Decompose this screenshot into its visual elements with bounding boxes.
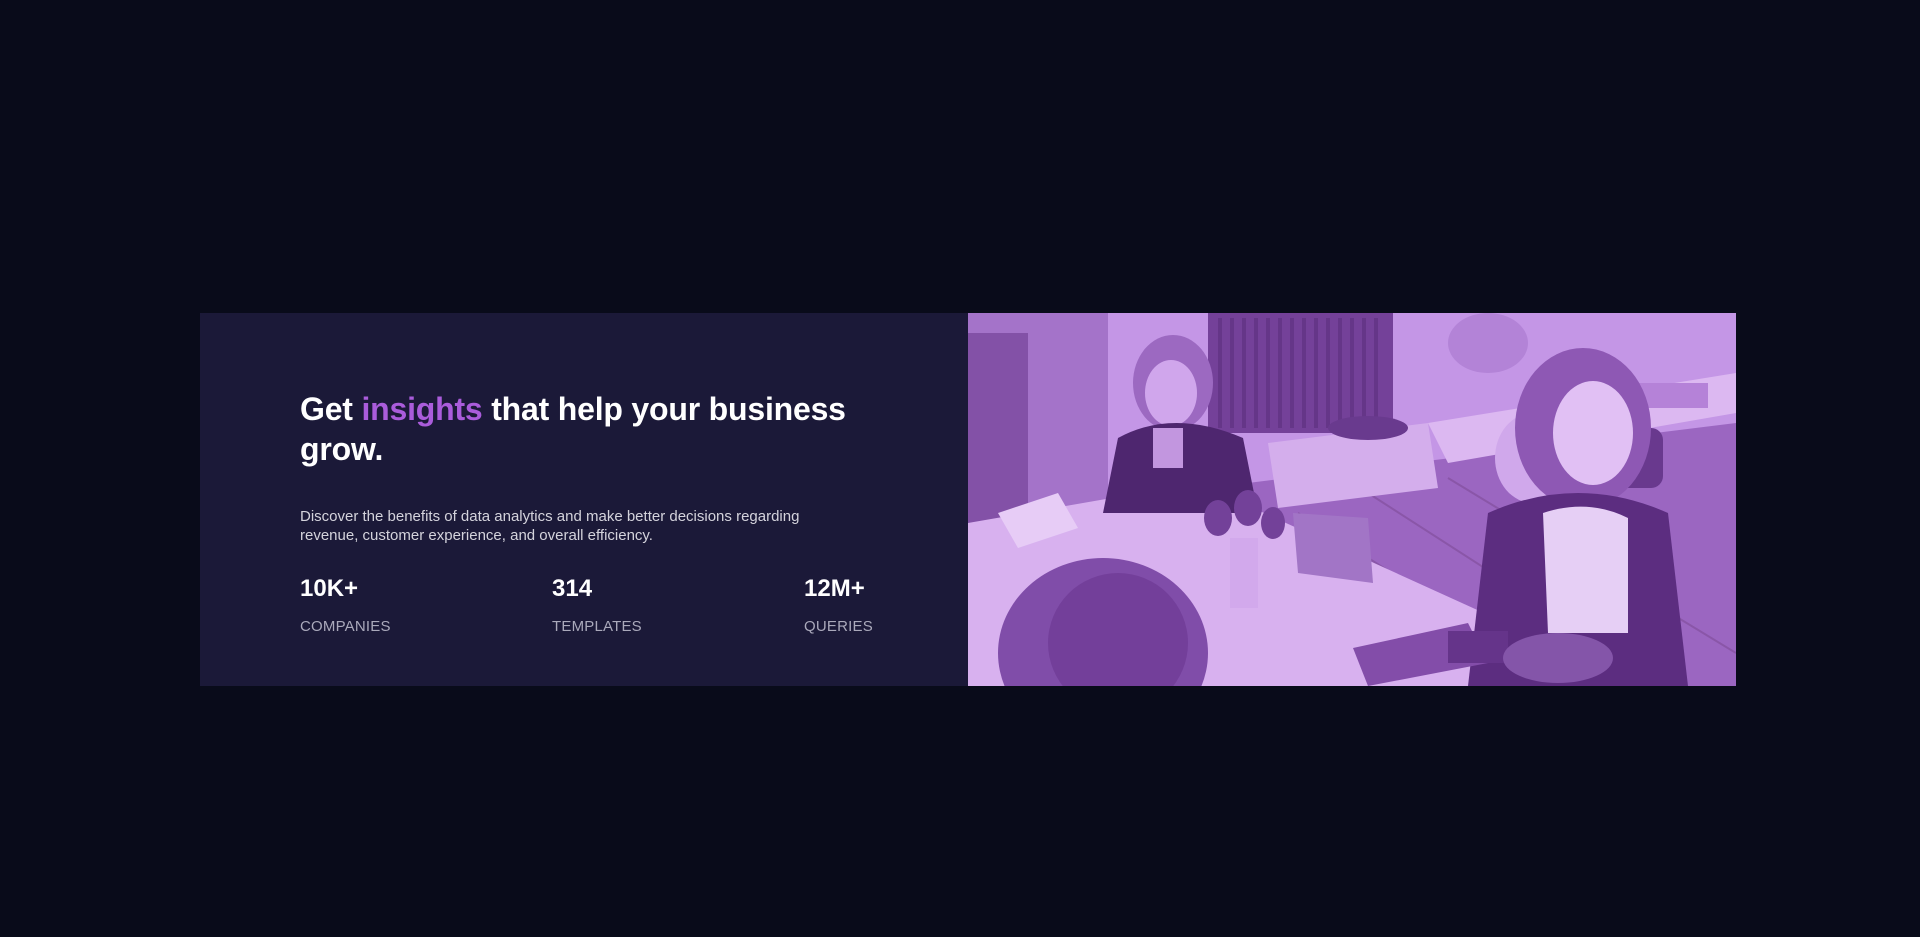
stat-companies: 10K+ COMPANIES: [300, 575, 552, 635]
stat-queries: 12M+ QUERIES: [804, 575, 873, 635]
photo-illustration: [968, 313, 1736, 686]
stat-label: COMPANIES: [300, 618, 391, 635]
stat-templates: 314 TEMPLATES: [552, 575, 804, 635]
stat-value: 12M+: [804, 575, 865, 602]
stat-label: QUERIES: [804, 618, 873, 635]
headline: Get insights that help your business gro…: [300, 389, 860, 469]
card-content: Get insights that help your business gro…: [200, 313, 968, 686]
headline-text-start: Get: [300, 391, 362, 427]
stats-preview-card: Get insights that help your business gro…: [200, 313, 1736, 686]
stat-label: TEMPLATES: [552, 618, 642, 635]
stat-value: 314: [552, 575, 593, 602]
office-meeting-image: [968, 313, 1736, 686]
stats-row: 10K+ COMPANIES 314 TEMPLATES 12M+ QUERIE…: [300, 575, 880, 635]
stat-value: 10K+: [300, 575, 359, 602]
description: Discover the benefits of data analytics …: [300, 508, 800, 544]
headline-accent: insights: [361, 391, 483, 427]
